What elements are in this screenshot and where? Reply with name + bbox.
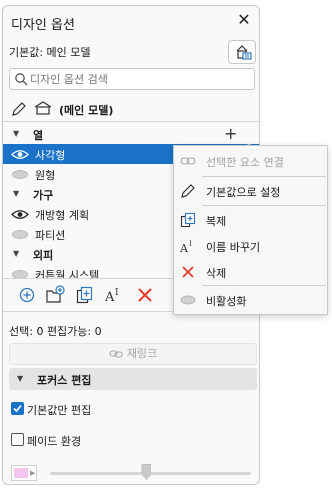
menu-separator — [202, 285, 326, 286]
collapse-arrow-icon[interactable]: ▼ — [13, 249, 19, 258]
menu-item-set-default[interactable]: 기본값으로 설정 — [174, 178, 329, 204]
link-icon — [180, 157, 196, 165]
hidden-disc-icon[interactable] — [12, 230, 28, 239]
duplicate-icon — [180, 212, 196, 228]
menu-item-label: 선택한 요소 연결 — [206, 156, 284, 169]
default-only-checkbox[interactable] — [11, 402, 24, 415]
add-option-icon[interactable] — [17, 285, 37, 305]
svg-text:I: I — [189, 240, 192, 248]
menu-item-label: 기본값으로 설정 — [206, 186, 281, 199]
default-settings-icon — [236, 45, 252, 60]
svg-text:I: I — [115, 288, 119, 298]
menu-item-duplicate[interactable]: 복제 — [174, 207, 329, 233]
disable-icon — [180, 295, 196, 305]
search-box — [9, 68, 255, 90]
set-default-button[interactable] — [228, 40, 256, 64]
menu-item-rename[interactable]: A I 이름 바꾸기 — [174, 233, 329, 259]
pencil-icon — [181, 184, 195, 198]
fade-slider-thumb[interactable] — [141, 464, 152, 480]
group-name: 가구 — [33, 189, 54, 202]
main-model-icon — [34, 101, 52, 115]
menu-item-delete[interactable]: 삭제 — [174, 259, 329, 285]
delete-icon — [182, 266, 194, 278]
list-item-label: 사각형 — [35, 149, 66, 162]
section-title: 포커스 편집 — [37, 374, 92, 387]
svg-text:A: A — [104, 290, 115, 305]
eye-icon[interactable] — [11, 149, 29, 160]
list-item-label: 개방형 계획 — [35, 209, 90, 222]
link-icon — [109, 350, 123, 358]
dropdown-arrow-icon: ▶ — [30, 469, 36, 477]
relink-label: 재링크 — [126, 347, 158, 360]
fade-context-label: 페이드 환경 — [27, 435, 82, 448]
new-folder-icon[interactable] — [45, 285, 65, 305]
menu-separator — [202, 205, 326, 206]
group-header-columns[interactable]: ▼ 열 + — [3, 124, 259, 144]
fade-context-checkbox[interactable] — [11, 433, 24, 446]
menu-item-label: 비활성화 — [206, 295, 247, 308]
list-item-label: 커튼월 시스템 — [35, 269, 100, 278]
selection-status: 선택: 0 편집가능: 0 — [9, 325, 102, 338]
list-item-label: 원형 — [35, 169, 56, 182]
svg-text:A: A — [180, 242, 189, 254]
menu-item-disable[interactable]: 비활성화 — [174, 287, 329, 313]
close-icon[interactable]: ✕ — [236, 12, 252, 28]
eye-icon[interactable] — [11, 209, 29, 220]
default-only-label: 기본값만 편집 — [27, 404, 92, 417]
fade-color-picker[interactable]: ▶ — [11, 465, 37, 481]
list-item-label: 파티션 — [35, 229, 66, 242]
edit-target-row: (메인 모델) — [3, 94, 259, 122]
default-option-label: 기본값: 메인 모델 — [9, 46, 91, 59]
context-menu: 선택한 요소 연결 기본값으로 설정 복제 A I 이름 바꾸기 삭제 비활성화 — [173, 145, 328, 315]
collapse-arrow-icon[interactable]: ▼ — [17, 374, 23, 383]
menu-item-label: 이름 바꾸기 — [206, 241, 261, 254]
search-input[interactable] — [30, 71, 250, 88]
fade-color-swatch — [14, 468, 28, 478]
add-icon[interactable]: + — [224, 124, 237, 143]
search-icon — [15, 73, 28, 86]
collapse-arrow-icon[interactable]: ▼ — [13, 189, 19, 198]
focus-edit-section-header[interactable]: ▼ 포커스 편집 — [9, 368, 257, 390]
hidden-disc-icon[interactable] — [12, 170, 28, 179]
group-name: 열 — [33, 129, 44, 142]
menu-item-label: 복제 — [206, 215, 227, 228]
rename-icon: A I — [180, 240, 192, 254]
rename-icon[interactable]: A I — [104, 285, 124, 305]
delete-icon[interactable] — [135, 285, 155, 305]
pencil-icon — [12, 102, 26, 116]
group-name: 외피 — [33, 249, 54, 262]
collapse-arrow-icon[interactable]: ▼ — [13, 129, 19, 138]
duplicate-icon[interactable] — [75, 285, 95, 305]
check-icon — [13, 404, 22, 413]
menu-item-link-selected[interactable]: 선택한 요소 연결 — [174, 148, 329, 174]
menu-item-label: 삭제 — [206, 267, 227, 280]
relink-button[interactable]: 재링크 — [9, 343, 257, 365]
menu-separator — [202, 176, 326, 177]
hidden-disc-icon[interactable] — [12, 270, 28, 278]
edit-target-label: (메인 모델) — [59, 104, 114, 117]
panel-title: 디자인 옵션 — [11, 18, 75, 33]
